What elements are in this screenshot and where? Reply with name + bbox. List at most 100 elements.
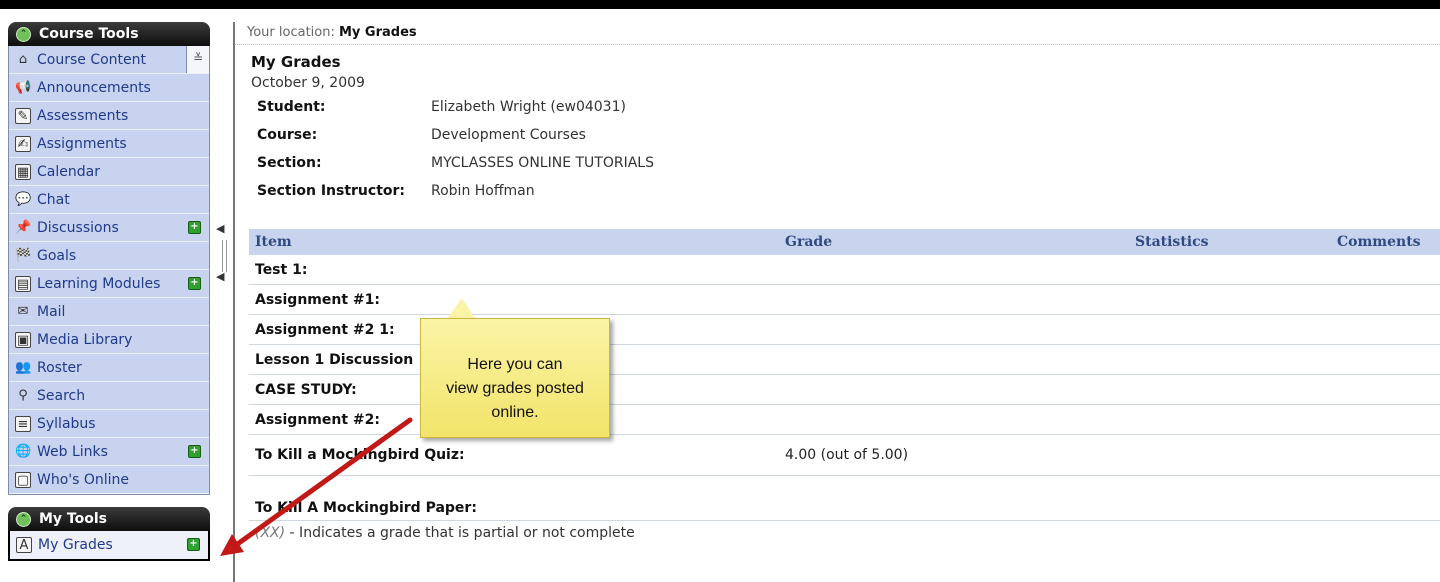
info-value: Development Courses [431,127,586,143]
info-value: MYCLASSES ONLINE TUTORIALS [431,155,654,171]
footnote-text: - Indicates a grade that is partial or n… [285,525,635,541]
sidebar-item-announcements[interactable]: 📢 Announcements [9,74,209,102]
roster-icon: 👥 [15,359,32,375]
sidebar-item-label: Calendar [37,163,100,180]
footnote-marker: (XX) [255,525,286,541]
sidebar-item-chat[interactable]: 💬 Chat [9,186,209,214]
info-row-student: Student: Elizabeth Wright (ew04031) [257,93,1440,121]
page-title: My Grades [251,53,341,71]
course-tools-list: ⌂ Course Content ≚ 📢 Announcements ✎ Ass… [8,46,210,495]
add-icon[interactable]: + [187,538,200,551]
add-icon[interactable]: + [188,445,201,458]
sidebar-item-calendar[interactable]: ▦ Calendar [9,158,209,186]
sidebar-item-course-content[interactable]: ⌂ Course Content ≚ [9,46,209,74]
grade-value [779,475,1129,521]
sidebar-item-media-library[interactable]: ▣ Media Library [9,326,209,354]
mail-icon: ✉ [17,303,29,319]
sidebar-item-label: Discussions [37,219,119,236]
top-border [0,0,1440,9]
sidebar-item-label: Assessments [37,107,129,124]
grades-table-header: Item Grade Statistics Comments [249,229,1440,255]
grade-comments [1331,284,1440,315]
footnote: (XX) - Indicates a grade that is partial… [255,525,635,541]
add-icon[interactable]: + [188,277,201,290]
info-label: Course: [257,127,318,143]
sidebar-item-label: Assignments [37,135,127,152]
info-row-course: Course: Development Courses [257,121,1440,149]
sidebar-item-learning-modules[interactable]: ▤ Learning Modules + [9,270,209,298]
sidebar-item-assignments[interactable]: ✍ Assignments [9,130,209,158]
sidebar-item-syllabus[interactable]: ≡ Syllabus [9,410,209,438]
grade-statistics [1129,255,1331,285]
my-tools-panel: ⌃ My Tools A My Grades + [8,507,210,561]
grade-value [779,404,1129,435]
grade-value [779,284,1129,315]
discussions-icon: 📌 [15,219,32,235]
my-tools-header[interactable]: ⌃ My Tools [8,507,210,531]
chat-icon: 💬 [15,191,32,207]
add-icon[interactable]: + [188,221,201,234]
sidebar-item-mail[interactable]: ✉ Mail [9,298,209,326]
whos-online-icon: ▢ [15,471,31,488]
sidebar-item-search[interactable]: ⚲ Search [9,382,209,410]
grade-value [779,314,1129,345]
assessment-icon: ✎ [15,107,31,124]
sidebar-collapse-handle[interactable]: ◀ ◀ [214,222,228,286]
callout-line: view grades posted [446,380,584,397]
grade-statistics [1129,434,1331,476]
sidebar-item-web-links[interactable]: 🌐 Web Links + [9,438,209,466]
grade-item: To Kill A Mockingbird Paper: [249,475,779,521]
chevron-down-icon[interactable]: ≚ [186,46,209,73]
page-date: October 9, 2009 [251,75,365,91]
sidebar-item-label: Search [37,387,86,404]
my-tools-title: My Tools [39,511,107,527]
sidebar-item-my-grades[interactable]: A My Grades + [10,531,208,559]
grade-statistics [1129,314,1331,345]
home-icon: ⌂ [18,51,28,67]
sidebar-item-label: My Grades [38,536,113,553]
sidebar-item-label: Syllabus [37,415,96,432]
syllabus-icon: ≡ [15,415,31,432]
course-tools-header[interactable]: ⌃ Course Tools [8,22,210,46]
sidebar-item-label: Roster [37,359,82,376]
course-tools-title: Course Tools [39,26,139,42]
column-header-item: Item [249,229,779,255]
info-value: Elizabeth Wright (ew04031) [431,99,626,115]
grade-statistics [1129,404,1331,435]
collapse-left-icon[interactable]: ◀ [216,270,224,283]
sidebar-item-label: Goals [37,247,77,264]
resize-grip[interactable] [222,240,227,272]
info-label: Section Instructor: [257,183,406,199]
assignment-icon: ✍ [15,135,31,152]
sidebar-item-roster[interactable]: 👥 Roster [9,354,209,382]
grade-value: 4.00 (out of 5.00) [779,434,1129,476]
grade-comments [1331,475,1440,521]
info-value: Robin Hoffman [431,183,535,199]
sidebar-item-label: Announcements [37,79,151,96]
sidebar: ⌃ Course Tools ⌂ Course Content ≚ 📢 Anno… [8,22,210,561]
sidebar-item-label: Mail [37,303,66,320]
sidebar-item-assessments[interactable]: ✎ Assessments [9,102,209,130]
grade-value [779,255,1129,285]
goals-icon: 🏁 [15,247,32,263]
info-label: Section: [257,155,322,171]
grade-comments [1331,344,1440,375]
collapse-up-icon[interactable]: ⌃ [16,511,31,527]
info-row-section: Section: MYCLASSES ONLINE TUTORIALS [257,149,1440,177]
sidebar-item-whos-online[interactable]: ▢ Who's Online [9,466,209,494]
sidebar-item-label: Web Links [37,443,108,460]
callout-tail [446,298,476,320]
collapse-left-icon[interactable]: ◀ [216,222,224,235]
sidebar-item-label: Learning Modules [37,275,161,292]
grade-statistics [1129,475,1331,521]
grade-statistics [1129,374,1331,405]
breadcrumb-current: My Grades [339,25,417,40]
sidebar-item-goals[interactable]: 🏁 Goals [9,242,209,270]
grade-statistics [1129,284,1331,315]
grade-comments [1331,434,1440,476]
grade-item: Test 1: [249,255,779,285]
grade-item: To Kill a Mockingbird Quiz: [249,434,779,476]
grade-comments [1331,404,1440,435]
collapse-up-icon[interactable]: ⌃ [16,26,31,42]
sidebar-item-discussions[interactable]: 📌 Discussions + [9,214,209,242]
